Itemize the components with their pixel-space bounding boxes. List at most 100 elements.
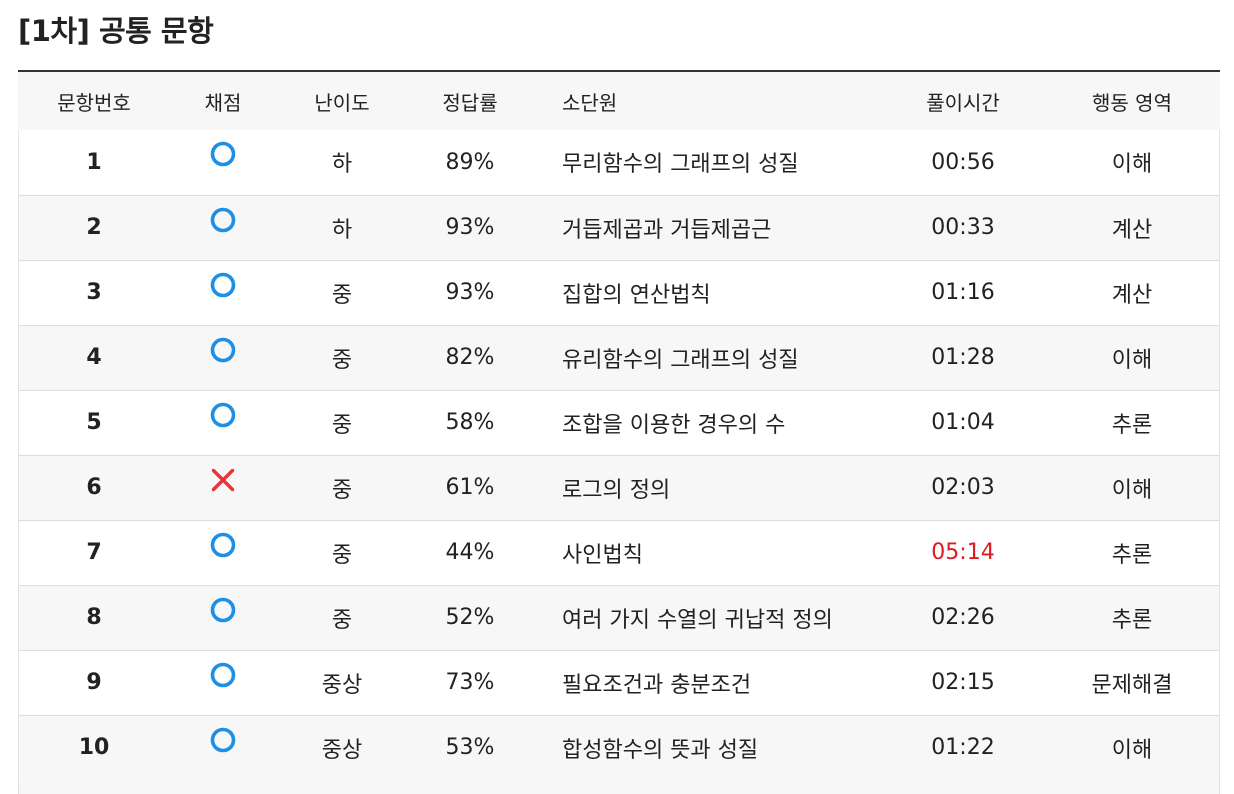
- header-question-number: 문항번호: [57, 90, 131, 115]
- difficulty: 중: [331, 542, 353, 568]
- subunit: 거듭제곱과 거듭제곱근: [562, 217, 772, 243]
- circle-icon: [210, 207, 236, 233]
- correct-rate: 61%: [445, 475, 495, 500]
- difficulty: 하: [331, 152, 353, 178]
- behavior-domain: 이해: [1111, 477, 1153, 503]
- table-row: 1 하 89% 무리함수의 그래프의 성질 00:56 이해: [18, 130, 1220, 195]
- grading-cell: [170, 325, 276, 390]
- circle-icon: [210, 727, 236, 753]
- circle-icon: [210, 662, 236, 688]
- subunit: 여러 가지 수열의 귀납적 정의: [562, 607, 833, 633]
- subunit: 사인법칙: [562, 542, 643, 568]
- difficulty: 중상: [321, 672, 363, 698]
- subunit: 무리함수의 그래프의 성질: [562, 152, 799, 178]
- table-row: 9 중상 73% 필요조건과 충분조건 02:15 문제해결: [18, 650, 1220, 715]
- difficulty: 중: [331, 607, 353, 633]
- subunit: 유리함수의 그래프의 성질: [562, 347, 799, 373]
- grading-cell: [170, 520, 276, 585]
- difficulty: 하: [331, 217, 353, 243]
- question-number: 4: [86, 345, 102, 370]
- page: [1차] 공통 문항 문항번호 채점 난이도 정답률 소단원 풀이시간 행동 영…: [0, 0, 1234, 794]
- x-icon: [210, 467, 236, 493]
- question-number: 6: [86, 475, 102, 500]
- circle-icon: [210, 402, 236, 428]
- correct-rate: 52%: [445, 605, 495, 630]
- table-row: 4 중 82% 유리함수의 그래프의 성질 01:28 이해: [18, 325, 1220, 390]
- grading-cell: [170, 585, 276, 650]
- question-number: 8: [86, 605, 102, 630]
- question-number: 10: [78, 735, 110, 760]
- subunit: 필요조건과 충분조건: [562, 672, 752, 698]
- header-difficulty: 난이도: [314, 90, 370, 115]
- correct-rate: 53%: [445, 735, 495, 760]
- question-number: 7: [86, 540, 102, 565]
- circle-icon: [210, 337, 236, 363]
- correct-rate: 44%: [445, 540, 495, 565]
- difficulty: 중: [331, 477, 353, 503]
- correct-rate: 82%: [445, 345, 495, 370]
- solve-time: 02:15: [931, 670, 995, 695]
- subunit: 합성함수의 뜻과 성질: [562, 737, 759, 763]
- table-header: 문항번호 채점 난이도 정답률 소단원 풀이시간 행동 영역: [18, 71, 1220, 130]
- solve-time: 01:22: [931, 735, 995, 760]
- table-row: 3 중 93% 집합의 연산법칙 01:16 계산: [18, 260, 1220, 325]
- results-table: 문항번호 채점 난이도 정답률 소단원 풀이시간 행동 영역 1 하 89% 무리함수…: [18, 70, 1220, 781]
- solve-time: 02:03: [931, 475, 995, 500]
- behavior-domain: 추론: [1111, 607, 1153, 633]
- header-solve-time: 풀이시간: [926, 90, 1000, 115]
- solve-time: 00:33: [931, 215, 995, 240]
- behavior-domain: 문제해결: [1091, 672, 1173, 698]
- section-title: [1차] 공통 문항: [18, 14, 214, 48]
- header-row: 문항번호 채점 난이도 정답률 소단원 풀이시간 행동 영역: [18, 71, 1220, 130]
- solve-time: 02:26: [931, 605, 995, 630]
- grading-cell: [170, 260, 276, 325]
- table-row: 8 중 52% 여러 가지 수열의 귀납적 정의 02:26 추론: [18, 585, 1220, 650]
- difficulty: 중: [331, 412, 353, 438]
- correct-rate: 93%: [445, 215, 495, 240]
- table-row-partial: [18, 780, 1220, 794]
- behavior-domain: 추론: [1111, 542, 1153, 568]
- grading-cell: [170, 715, 276, 780]
- table-row: 10 중상 53% 합성함수의 뜻과 성질 01:22 이해: [18, 715, 1220, 780]
- circle-icon: [210, 597, 236, 623]
- correct-rate: 73%: [445, 670, 495, 695]
- question-number: 1: [86, 149, 102, 175]
- solve-time: 00:56: [931, 149, 995, 175]
- correct-rate: 93%: [445, 280, 495, 305]
- behavior-domain: 이해: [1111, 152, 1153, 178]
- behavior-domain: 추론: [1111, 412, 1153, 438]
- grading-cell: [170, 130, 276, 195]
- subunit: 로그의 정의: [562, 477, 671, 503]
- difficulty: 중상: [321, 737, 363, 763]
- solve-time: 01:28: [931, 345, 995, 370]
- circle-icon: [210, 532, 236, 558]
- correct-rate: 58%: [445, 410, 495, 435]
- grading-cell: [170, 195, 276, 260]
- table-row: 6 중 61% 로그의 정의 02:03 이해: [18, 455, 1220, 520]
- header-correct-rate: 정답률: [442, 90, 498, 115]
- subunit: 집합의 연산법칙: [562, 282, 711, 308]
- circle-icon: [210, 272, 236, 298]
- table-row: 7 중 44% 사인법칙 05:14 추론: [18, 520, 1220, 585]
- solve-time: 05:14: [931, 540, 995, 565]
- solve-time: 01:04: [931, 410, 995, 435]
- behavior-domain: 이해: [1111, 347, 1153, 373]
- grading-cell: [170, 390, 276, 455]
- grading-cell: [170, 650, 276, 715]
- solve-time: 01:16: [931, 280, 995, 305]
- header-behavior-domain: 행동 영역: [1092, 90, 1172, 115]
- question-number: 5: [86, 410, 102, 435]
- circle-icon: [210, 141, 236, 167]
- behavior-domain: 계산: [1111, 217, 1153, 243]
- table-row: 2 하 93% 거듭제곱과 거듭제곱근 00:33 계산: [18, 195, 1220, 260]
- correct-rate: 89%: [445, 149, 495, 175]
- difficulty: 중: [331, 347, 353, 373]
- table-body: 1 하 89% 무리함수의 그래프의 성질 00:56 이해 2 하 93% 거듭제곱과 거듭제곱…: [18, 130, 1220, 780]
- table-row: 5 중 58% 조합을 이용한 경우의 수 01:04 추론: [18, 390, 1220, 455]
- difficulty: 중: [331, 282, 353, 308]
- question-number: 9: [86, 670, 102, 695]
- header-subunit: 소단원: [562, 90, 618, 115]
- question-number: 3: [86, 280, 102, 305]
- subunit: 조합을 이용한 경우의 수: [562, 412, 786, 438]
- behavior-domain: 이해: [1111, 737, 1153, 763]
